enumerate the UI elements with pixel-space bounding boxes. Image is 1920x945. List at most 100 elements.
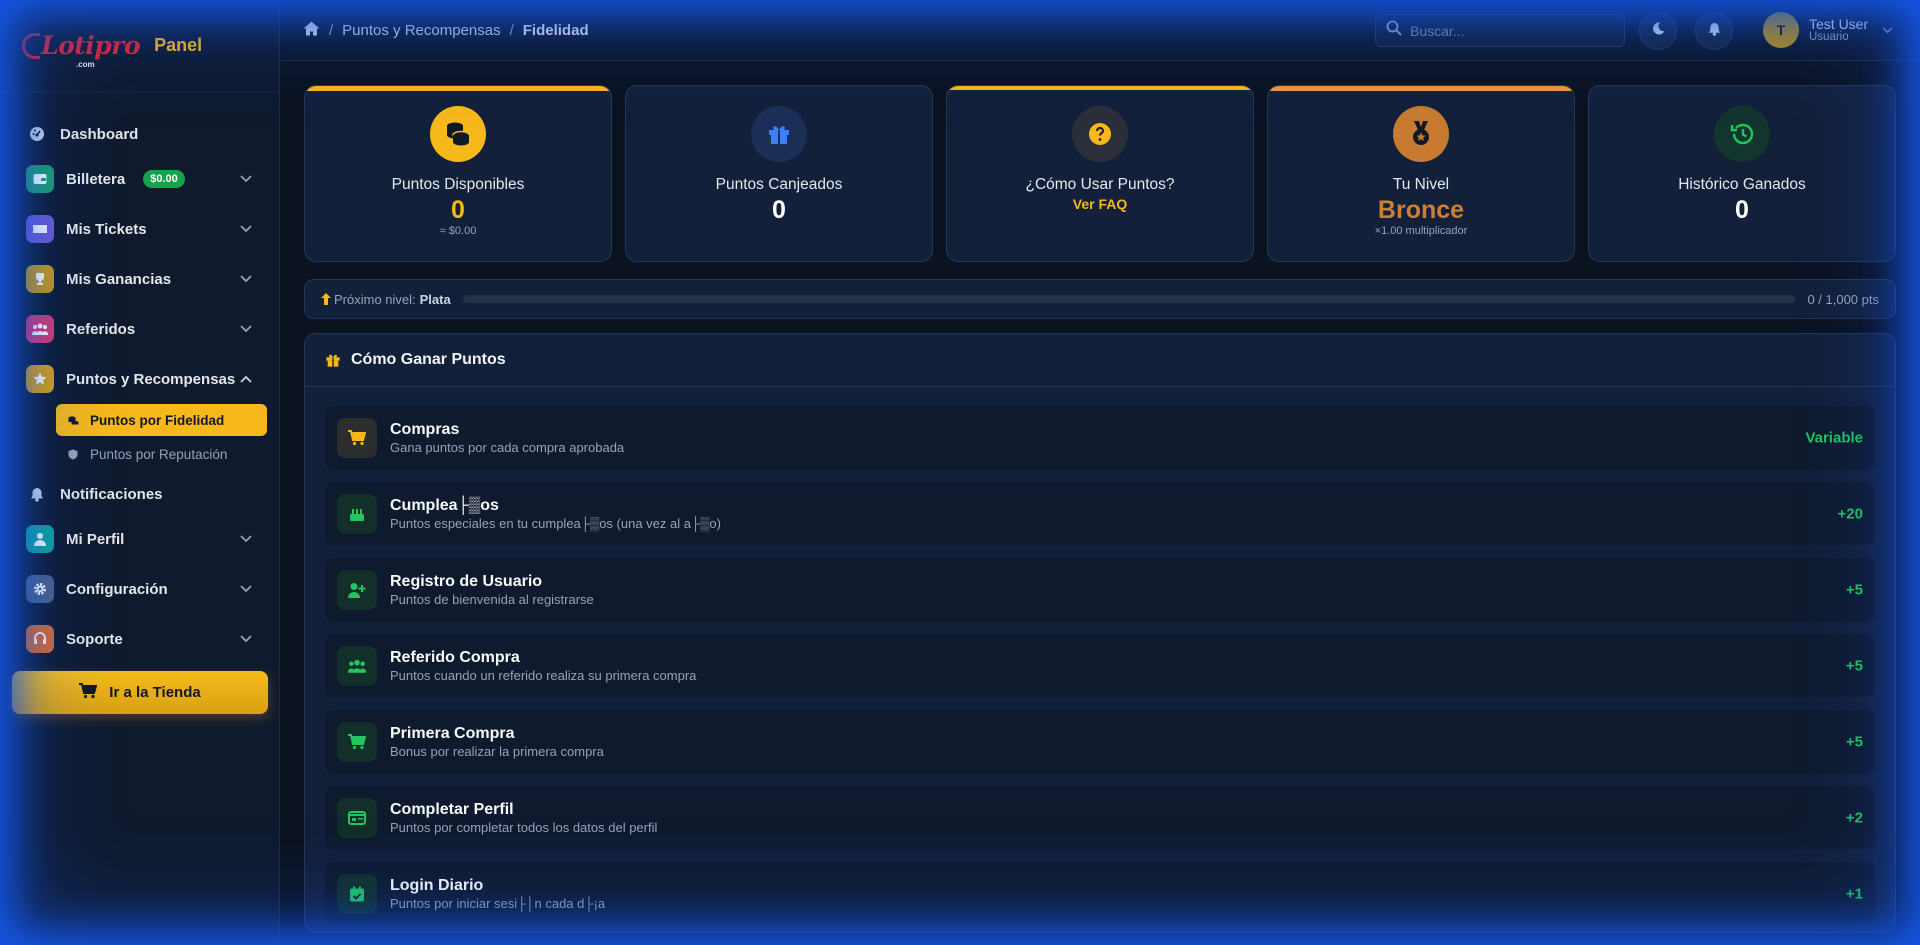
breadcrumb-item[interactable]: Puntos y Recompensas [342, 22, 500, 39]
earn-rule-text: Referido Compra Puntos cuando un referido… [390, 649, 696, 683]
earn-rule-points: +1 [1845, 885, 1863, 902]
brand[interactable]: Lotipro .com Panel [0, 0, 279, 92]
user-role: Usuario [1809, 31, 1849, 44]
panel-label: Panel [154, 35, 203, 55]
topbar: / Puntos y Recompensas / Fidelidad T Tes… [281, 0, 1920, 61]
sidebar-nav: Dashboard Billetera $0.00 Mis Tickets Mi… [0, 92, 279, 664]
star-icon [26, 365, 54, 393]
coins-icon [68, 415, 82, 426]
user-name: Test User [1809, 15, 1869, 32]
stat-subtext: ≈ $0.00 [439, 225, 477, 237]
cake-icon [337, 493, 377, 534]
stat-card-historic-earned: Histórico Ganados 0 [1588, 85, 1896, 262]
stat-title: Puntos Disponibles [391, 176, 525, 193]
earn-rule-row: Primera Compra Bonus por realizar la prim… [325, 710, 1875, 773]
question-icon [1072, 106, 1128, 162]
sidebar-subitem-puntos-reputacion[interactable]: Puntos por Reputación [56, 438, 267, 470]
chevron-down-icon [239, 582, 253, 596]
stats-cards: Puntos Disponibles 0 ≈ $0.00 Puntos Canj… [304, 85, 1896, 262]
earn-rule-description: Puntos especiales en tu cumplea├▒os (una… [390, 515, 721, 531]
sidebar-item-label: Mi Perfil [66, 530, 125, 548]
search-box[interactable] [1375, 14, 1625, 47]
history-icon [1714, 106, 1770, 162]
sidebar-item-billetera[interactable]: Billetera $0.00 [0, 154, 279, 204]
gift-icon [325, 352, 341, 368]
bell-icon [1708, 22, 1721, 41]
section-title: Cómo Ganar Puntos [351, 351, 506, 368]
cart-icon [337, 417, 377, 458]
next-level-progress: Próximo nivel: Plata 0 / 1,000 pts [304, 279, 1896, 319]
chevron-down-icon [239, 632, 253, 646]
go-to-store-button[interactable]: Ir a la Tienda [12, 671, 268, 714]
user-info: Test User Usuario [1809, 15, 1869, 44]
main-content: Puntos Disponibles 0 ≈ $0.00 Puntos Canj… [304, 85, 1896, 933]
stat-title: Puntos Canjeados [715, 176, 843, 193]
earn-rule-text: Login Diario Puntos por iniciar sesi├│n c… [390, 877, 605, 911]
sidebar-item-mis-ganancias[interactable]: Mis Ganancias [0, 254, 279, 304]
sidebar-item-mis-tickets[interactable]: Mis Tickets [0, 204, 279, 254]
store-button-label: Ir a la Tienda [109, 684, 201, 701]
sidebar-item-configuracion[interactable]: Configuración [0, 564, 279, 614]
earn-rule-title: Login Diario [390, 876, 484, 894]
stat-title: Histórico Ganados [1678, 176, 1806, 193]
sidebar-item-label: Mis Tickets [66, 220, 147, 238]
sidebar-item-referidos[interactable]: Referidos [0, 304, 279, 354]
chevron-down-icon [1882, 21, 1893, 39]
progress-bar [462, 295, 1796, 303]
earn-rule-points: +5 [1845, 581, 1863, 598]
sidebar-item-puntos-recompensas[interactable]: Puntos y Recompensas [0, 354, 279, 404]
earn-rule-description: Puntos cuando un referido realiza su pri… [390, 667, 697, 683]
sidebar-subitem-puntos-fidelidad[interactable]: Puntos por Fidelidad [56, 404, 267, 436]
notifications-button[interactable] [1695, 12, 1733, 50]
stat-value: 0 [772, 196, 786, 224]
moon-icon [1652, 22, 1665, 40]
medal-icon [1393, 106, 1449, 162]
user-menu[interactable]: T Test User Usuario [1763, 12, 1893, 48]
earn-rule-points: Variable [1805, 429, 1863, 446]
wallet-icon [26, 165, 54, 193]
faq-link[interactable]: Ver FAQ [1073, 196, 1127, 212]
arrow-up-icon [321, 293, 331, 305]
gear-icon [26, 575, 54, 603]
chevron-down-icon [239, 532, 253, 546]
earn-rule-text: Primera Compra Bonus por realizar la prim… [390, 725, 604, 759]
sidebar-item-soporte[interactable]: Soporte [0, 614, 279, 664]
sidebar-item-label: Configuración [66, 580, 168, 598]
sidebar-item-notificaciones[interactable]: Notificaciones [0, 474, 279, 514]
earn-rule-title: Compras [390, 420, 460, 438]
bell-icon [28, 485, 46, 503]
trophy-icon [26, 265, 54, 293]
sidebar-item-label: Dashboard [60, 125, 139, 143]
lotipro-logo: Lotipro .com [22, 31, 141, 69]
ticket-icon [26, 215, 54, 243]
stat-card-redeemed-points: Puntos Canjeados 0 [625, 85, 933, 262]
sidebar-item-mi-perfil[interactable]: Mi Perfil [0, 514, 279, 564]
headset-icon [26, 625, 54, 653]
shield-icon [68, 449, 82, 460]
earn-rule-text: Compras Gana puntos por cada compra aprob… [390, 421, 624, 455]
sidebar-item-dashboard[interactable]: Dashboard [0, 114, 279, 154]
earn-rule-title: Referido Compra [390, 648, 520, 666]
breadcrumb: / Puntos y Recompensas / Fidelidad [281, 21, 589, 40]
next-level-name: Plata [419, 291, 451, 307]
theme-toggle-button[interactable] [1639, 12, 1677, 50]
sidebar-subitem-label: Puntos por Fidelidad [90, 412, 225, 428]
users-icon [337, 645, 377, 686]
users-icon [26, 315, 54, 343]
stat-card-level: Tu Nivel Bronce ×1.00 multiplicador [1267, 85, 1575, 262]
earn-rule-points: +5 [1845, 733, 1863, 750]
id-card-icon [337, 797, 377, 838]
section-header: Cómo Ganar Puntos [305, 334, 1895, 387]
search-input[interactable] [1410, 22, 1610, 39]
home-icon[interactable] [303, 21, 320, 40]
earn-rules-list: Compras Gana puntos por cada compra aprob… [305, 387, 1895, 925]
user-icon [26, 525, 54, 553]
earn-rule-description: Gana puntos por cada compra aprobada [390, 439, 625, 455]
earn-rule-text: Cumplea├▒os Puntos especiales en tu cumpl… [390, 497, 721, 531]
user-plus-icon [337, 569, 377, 610]
breadcrumb-separator: / [509, 21, 514, 39]
next-level-label: Próximo nivel: Plata [321, 292, 451, 307]
avatar: T [1763, 12, 1799, 48]
earn-rule-row: Cumplea├▒os Puntos especiales en tu cumpl… [325, 482, 1875, 545]
gift-icon [751, 106, 807, 162]
